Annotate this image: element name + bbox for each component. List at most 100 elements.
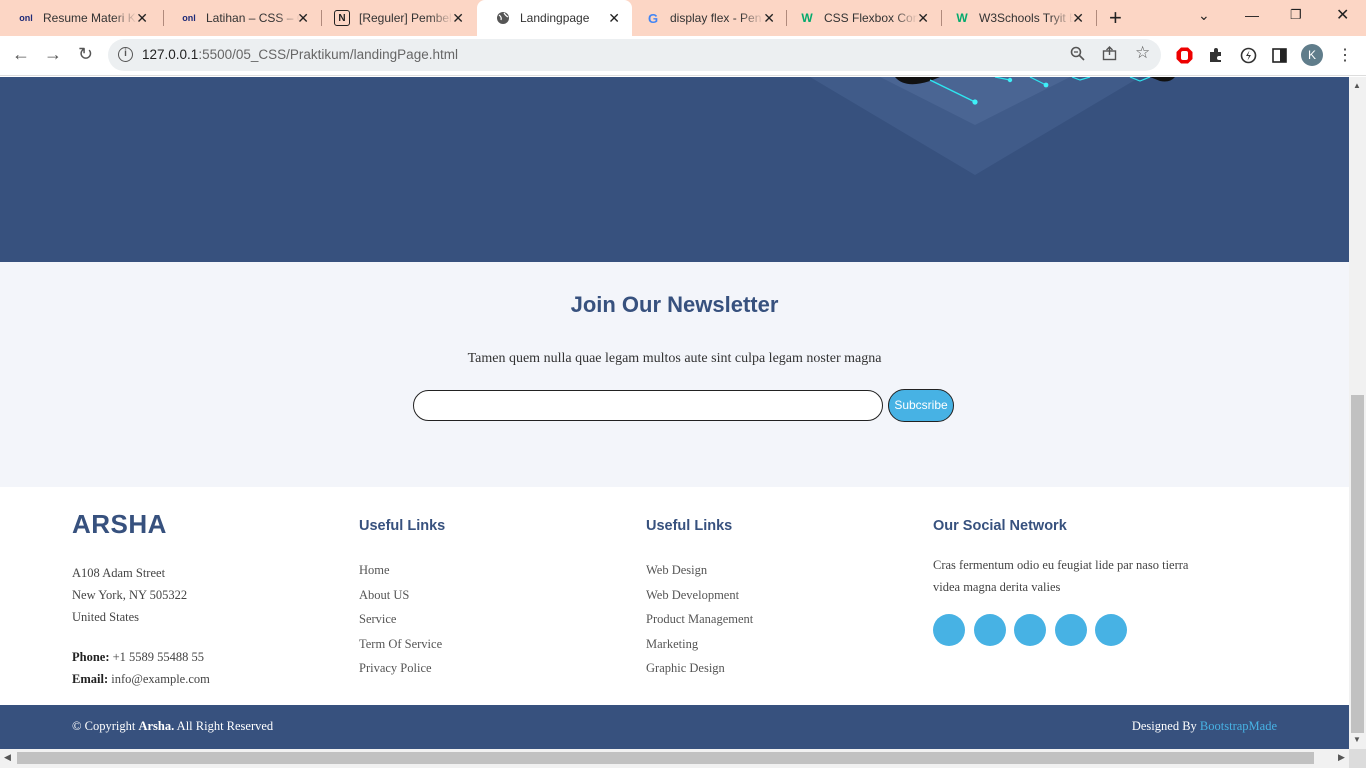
- close-tab-icon[interactable]: ✕: [917, 10, 929, 27]
- footer-phone: Phone: +1 5589 55488 55: [72, 650, 205, 664]
- vertical-scroll-thumb[interactable]: [1351, 395, 1364, 733]
- browser-tab-strip: onl Resume Materi K ✕ onl Latihan – CSS …: [0, 0, 1366, 36]
- footer-address: A108 Adam Street New York, NY 505322 Uni…: [72, 562, 187, 628]
- copyright-text: © Copyright Arsha. All Right Reserved: [72, 719, 274, 733]
- footer-column-title: Our Social Network: [933, 518, 1067, 534]
- horizontal-scroll-thumb[interactable]: [17, 752, 1314, 764]
- tab-title: Landingpage: [520, 11, 590, 25]
- footer-useful-links-2: Useful Links Web Design Web Development …: [646, 518, 753, 686]
- horizontal-scrollbar[interactable]: ◀ ▶: [0, 749, 1349, 768]
- google-icon: G: [647, 10, 659, 26]
- close-window-icon[interactable]: ✕: [1336, 5, 1349, 25]
- w3schools-icon: W: [956, 11, 968, 25]
- close-tab-icon[interactable]: ✕: [452, 10, 464, 27]
- tab-title: Latihan – CSS – C: [206, 11, 300, 25]
- scroll-left-arrow-icon[interactable]: ◀: [4, 752, 11, 763]
- hero-section-bottom: [0, 77, 1349, 262]
- footer-link-graphic-design[interactable]: Graphic Design: [646, 661, 753, 686]
- designed-by: Designed By BootstrapMade: [1131, 719, 1277, 733]
- page-viewport: Join Our Newsletter Tamen quem nulla qua…: [0, 77, 1349, 749]
- onl-favicon-icon: onl: [19, 13, 33, 23]
- footer-email: Email: info@example.com: [72, 671, 210, 686]
- footer-column-title: Useful Links: [646, 518, 733, 534]
- footer-useful-links-1: Useful Links Home About US Service Term …: [359, 518, 445, 686]
- browser-menu-icon[interactable]: ⋮: [1336, 46, 1354, 64]
- extensions-puzzle-icon[interactable]: [1207, 46, 1225, 64]
- tab-title: display flex - Pen: [670, 11, 762, 25]
- close-tab-icon[interactable]: ✕: [608, 10, 620, 27]
- footer-link-home[interactable]: Home: [359, 563, 445, 588]
- tab-landingpage[interactable]: Landingpage ✕: [477, 0, 632, 36]
- footer-logo[interactable]: ARSHA: [72, 509, 167, 540]
- tab-reguler-pembelajaran[interactable]: N [Reguler] Pembel ✕: [316, 0, 476, 36]
- social-icons: [933, 614, 1203, 646]
- tab-display-flex[interactable]: G display flex - Pen ✕: [627, 0, 787, 36]
- newsletter-title: Join Our Newsletter: [570, 292, 779, 317]
- adblock-extension-icon[interactable]: [1175, 46, 1193, 64]
- site-info-icon[interactable]: i: [118, 47, 133, 62]
- footer-link-web-design[interactable]: Web Design: [646, 563, 753, 588]
- reload-icon[interactable]: ↻: [78, 44, 93, 65]
- subscribe-button[interactable]: Subcsribe: [888, 389, 954, 422]
- scroll-right-arrow-icon[interactable]: ▶: [1338, 752, 1345, 763]
- social-circle-icon[interactable]: [933, 614, 965, 646]
- profile-avatar[interactable]: K: [1301, 44, 1323, 66]
- browser-toolbar: ← → ↻ i 127.0.0.1:5500/05_CSS/Praktikum/…: [0, 36, 1366, 76]
- footer-top: ARSHA A108 Adam Street New York, NY 5053…: [0, 487, 1349, 705]
- w3schools-icon: W: [801, 11, 813, 25]
- footer-link-product-management[interactable]: Product Management: [646, 612, 753, 637]
- social-circle-icon[interactable]: [1014, 614, 1046, 646]
- social-circle-icon[interactable]: [1095, 614, 1127, 646]
- footer-link-marketing[interactable]: Marketing: [646, 637, 753, 662]
- footer-link-web-development[interactable]: Web Development: [646, 588, 753, 613]
- zoom-icon[interactable]: [1070, 46, 1085, 65]
- newsletter-section: Join Our Newsletter Tamen quem nulla qua…: [0, 262, 1349, 487]
- newsletter-email-input[interactable]: [413, 390, 883, 421]
- footer-column-title: Useful Links: [359, 518, 446, 534]
- social-description: Cras fermentum odio eu feugiat lide par …: [933, 558, 1189, 594]
- bootstrapmade-link[interactable]: BootstrapMade: [1200, 719, 1277, 733]
- minimize-icon[interactable]: —: [1245, 7, 1259, 23]
- address-line: United States: [72, 610, 140, 624]
- tab-search-chevron-icon[interactable]: ⌄: [1198, 7, 1210, 24]
- notion-icon: N: [334, 10, 350, 26]
- close-tab-icon[interactable]: ✕: [1072, 10, 1084, 27]
- scrollbar-corner: [1349, 749, 1366, 768]
- vertical-scrollbar[interactable]: ▲ ▼: [1349, 77, 1366, 749]
- social-circle-icon[interactable]: [973, 614, 1006, 646]
- footer-link-privacy[interactable]: Privacy Police: [359, 661, 445, 686]
- footer-social-network: Our Social Network Cras fermentum odio e…: [933, 518, 1203, 646]
- url-text[interactable]: 127.0.0.1:5500/05_CSS/Praktikum/landingP…: [142, 47, 458, 62]
- onl-favicon-icon: onl: [182, 13, 196, 23]
- restore-icon[interactable]: ❐: [1290, 7, 1302, 23]
- close-tab-icon[interactable]: ✕: [136, 10, 148, 27]
- share-icon[interactable]: [1102, 46, 1117, 65]
- scroll-down-arrow-icon[interactable]: ▼: [1353, 735, 1361, 744]
- hero-illustration: [810, 77, 1175, 175]
- side-panel-icon[interactable]: [1270, 46, 1288, 64]
- tab-w3schools-tryit[interactable]: W W3Schools Tryit E ✕: [936, 0, 1096, 36]
- tab-title: CSS Flexbox Cont: [824, 11, 918, 25]
- tab-title: [Reguler] Pembel: [359, 11, 452, 25]
- tab-title: W3Schools Tryit E: [979, 11, 1073, 25]
- bookmark-star-icon[interactable]: ☆: [1135, 43, 1150, 63]
- scroll-up-arrow-icon[interactable]: ▲: [1353, 81, 1361, 90]
- footer-link-about[interactable]: About US: [359, 588, 445, 613]
- new-tab-plus-icon[interactable]: +: [1109, 5, 1122, 31]
- close-tab-icon[interactable]: ✕: [763, 10, 775, 27]
- newsletter-description: Tamen quem nulla quae legam multos aute …: [467, 351, 882, 366]
- tab-latihan-css[interactable]: onl Latihan – CSS – C ✕: [163, 0, 321, 36]
- tab-title: Resume Materi K: [43, 11, 136, 25]
- address-line: A108 Adam Street: [72, 566, 166, 580]
- address-bar[interactable]: i 127.0.0.1:5500/05_CSS/Praktikum/landin…: [108, 39, 1161, 71]
- tab-css-flexbox[interactable]: W CSS Flexbox Cont ✕: [781, 0, 941, 36]
- address-line: New York, NY 505322: [72, 588, 188, 602]
- back-arrow-icon[interactable]: ←: [12, 44, 30, 65]
- tab-resume-materi[interactable]: onl Resume Materi K ✕: [0, 0, 160, 36]
- footer-link-terms[interactable]: Term Of Service: [359, 637, 445, 662]
- close-tab-icon[interactable]: ✕: [297, 10, 309, 27]
- forward-arrow-icon[interactable]: →: [44, 44, 62, 65]
- social-circle-icon[interactable]: [1054, 614, 1087, 646]
- performance-icon[interactable]: [1239, 46, 1257, 64]
- footer-link-service[interactable]: Service: [359, 612, 445, 637]
